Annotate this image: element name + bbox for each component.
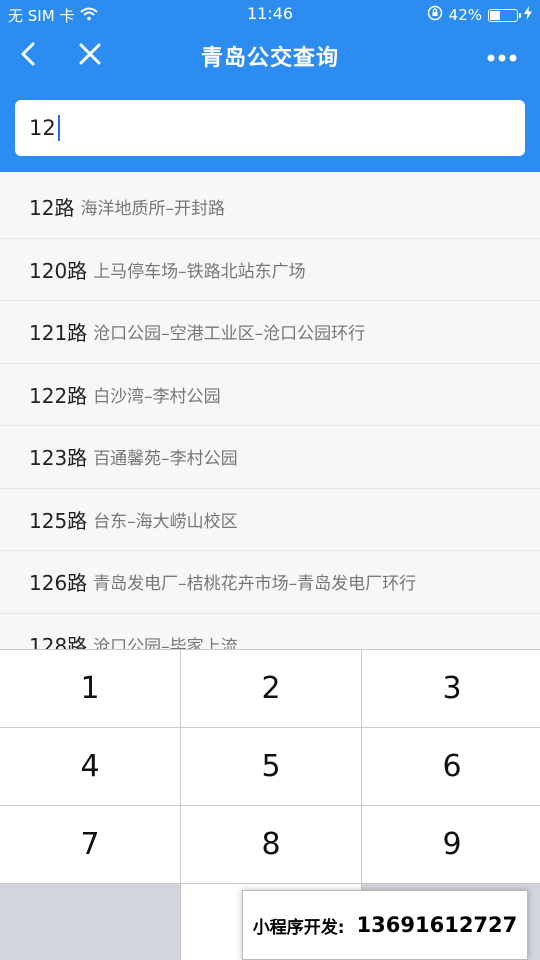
route-name: 125路 <box>29 508 88 533</box>
route-name: 126路 <box>29 571 88 596</box>
nav-bar: 青岛公交查询 <box>0 28 540 84</box>
text-caret <box>57 115 60 141</box>
route-name: 122路 <box>29 383 88 408</box>
status-right: 42% <box>427 5 532 25</box>
more-dots-icon <box>487 47 517 66</box>
orientation-lock-icon <box>427 5 443 25</box>
route-list-item[interactable]: 12路 海洋地质所–开封路 <box>0 176 540 239</box>
battery-percent: 42% <box>448 6 482 24</box>
key-9[interactable]: 9 <box>362 806 540 883</box>
status-bar: 无 SIM 卡 11:46 42% <box>0 0 540 28</box>
key-4[interactable]: 4 <box>0 728 180 805</box>
route-description: 青岛发电厂–桔桃花卉市场–青岛发电厂环行 <box>93 574 417 595</box>
key-2[interactable]: 2 <box>181 650 361 727</box>
app-header: 无 SIM 卡 11:46 42% 青岛公交查询 12 <box>0 0 540 172</box>
route-list-item[interactable]: 121路 沧口公园–空港工业区–沧口公园环行 <box>0 301 540 364</box>
search-input-value: 12 <box>29 116 56 140</box>
more-button[interactable] <box>484 38 520 74</box>
route-description: 白沙湾–李村公园 <box>93 386 221 407</box>
route-list-item[interactable]: 120路 上马停车场–铁路北站东广场 <box>0 238 540 301</box>
key-6[interactable]: 6 <box>362 728 540 805</box>
route-list-item[interactable]: 126路 青岛发电厂–桔桃花卉市场–青岛发电厂环行 <box>0 551 540 614</box>
search-input[interactable]: 12 <box>15 100 525 156</box>
route-list: 12路 海洋地质所–开封路 120路 上马停车场–铁路北站东广场 121路 沧口公园–空港… <box>0 176 540 676</box>
route-list-item[interactable]: 122路 白沙湾–李村公园 <box>0 363 540 426</box>
key-1[interactable]: 1 <box>0 650 180 727</box>
key-5[interactable]: 5 <box>181 728 361 805</box>
route-name: 12路 <box>29 196 75 221</box>
promo-phone: 13691612727 <box>356 913 518 937</box>
route-name: 123路 <box>29 446 88 471</box>
key-3[interactable]: 3 <box>362 650 540 727</box>
key-7[interactable]: 7 <box>0 806 180 883</box>
route-description: 台东–海大崂山校区 <box>93 511 238 532</box>
battery-tip <box>519 12 521 18</box>
route-description: 海洋地质所–开封路 <box>80 199 225 220</box>
battery-icon <box>488 8 521 22</box>
route-description: 沧口公园–空港工业区–沧口公园环行 <box>93 324 366 345</box>
page-title: 青岛公交查询 <box>200 46 339 71</box>
route-description: 上马停车场–铁路北站东广场 <box>93 261 306 282</box>
route-name: 121路 <box>29 321 88 346</box>
route-name: 120路 <box>29 258 88 283</box>
route-list-item[interactable]: 123路 百通馨苑–李村公园 <box>0 426 540 489</box>
key-blank <box>0 884 180 960</box>
route-description: 百通馨苑–李村公园 <box>93 449 238 470</box>
charging-icon <box>524 6 532 24</box>
route-list-item[interactable]: 125路 台东–海大崂山校区 <box>0 488 540 551</box>
promo-label: 小程序开发: <box>252 917 345 938</box>
battery-fill <box>490 10 500 20</box>
promo-banner: 小程序开发: 13691612727 <box>242 890 528 960</box>
key-8[interactable]: 8 <box>181 806 361 883</box>
